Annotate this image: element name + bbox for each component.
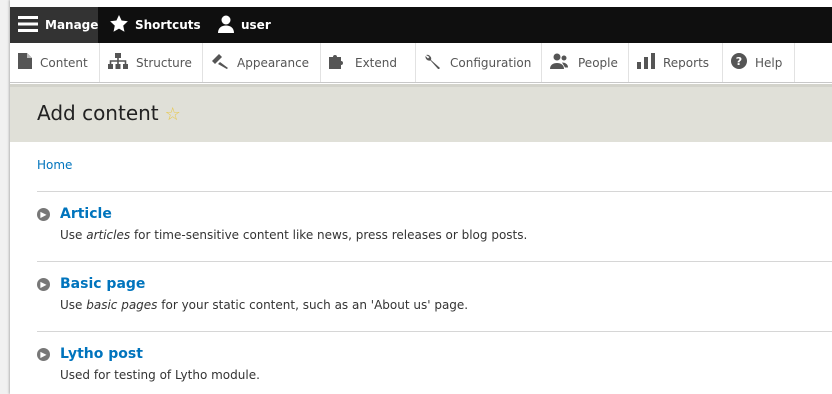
list-item: ▶ Article Use articles for time-sensitiv… [37, 206, 827, 242]
user-label: user [241, 18, 271, 32]
tray-item-people[interactable]: People [542, 43, 629, 82]
tray-item-reports[interactable]: Reports [629, 43, 723, 82]
people-icon [550, 53, 578, 72]
tray-item-label: Configuration [450, 55, 532, 70]
user-tab[interactable]: user [210, 7, 290, 43]
list-item: ▶ Lytho post Used for testing of Lytho m… [37, 346, 827, 382]
puzzle-icon [329, 53, 355, 72]
file-icon [18, 53, 40, 72]
hamburger-icon [18, 15, 38, 35]
paintbrush-icon [211, 53, 237, 72]
page-title-text: Add content [37, 101, 159, 125]
tray-item-appearance[interactable]: Appearance [203, 43, 321, 82]
shortcuts-label: Shortcuts [135, 18, 201, 32]
tray-item-help[interactable]: ? Help [723, 43, 795, 82]
chevron-right-icon: ▶ [37, 278, 50, 291]
manage-tab[interactable]: Manage [10, 7, 98, 43]
divider [37, 331, 832, 332]
tray-item-label: Reports [663, 55, 710, 70]
page-gutter [0, 0, 10, 394]
sitemap-icon [108, 53, 136, 72]
page-header: Add content ☆ [10, 84, 832, 142]
tray-item-label: People [578, 55, 618, 70]
tray-item-label: Structure [136, 55, 192, 70]
tray-item-label: Content [40, 55, 88, 70]
shortcut-star-icon[interactable]: ☆ [165, 104, 181, 125]
svg-text:?: ? [736, 55, 742, 68]
admin-tray: Content Structure Appearance Extend Conf… [10, 43, 832, 83]
content-type-link[interactable]: Basic page [60, 276, 145, 292]
tray-item-configuration[interactable]: Configuration [416, 43, 542, 82]
content-type-description: Used for testing of Lytho module. [60, 368, 260, 382]
tray-item-extend[interactable]: Extend [321, 43, 416, 82]
admin-toolbar: Manage Shortcuts user [10, 7, 832, 43]
tray-item-content[interactable]: Content [10, 43, 100, 82]
content-type-description: Use basic pages for your static content,… [60, 298, 469, 312]
tray-item-label: Extend [355, 55, 397, 70]
shortcuts-tab[interactable]: Shortcuts [102, 7, 204, 43]
breadcrumb-home-link[interactable]: Home [37, 158, 72, 172]
tray-item-label: Help [755, 55, 783, 70]
breadcrumb[interactable]: Home [37, 158, 72, 172]
divider [37, 191, 832, 192]
content-type-description: Use articles for time-sensitive content … [60, 228, 528, 242]
star-icon [110, 15, 128, 35]
list-item: ▶ Basic page Use basic pages for your st… [37, 276, 827, 312]
manage-label: Manage [45, 18, 99, 32]
content-type-link[interactable]: Lytho post [60, 346, 143, 362]
page-title: Add content ☆ [37, 101, 181, 125]
content-type-link[interactable]: Article [60, 206, 112, 222]
user-icon [218, 15, 234, 36]
bar-chart-icon [637, 53, 663, 72]
chevron-right-icon: ▶ [37, 348, 50, 361]
help-icon: ? [731, 53, 755, 72]
admin-page: Manage Shortcuts user Content Structure … [10, 0, 832, 394]
chevron-right-icon: ▶ [37, 208, 50, 221]
tray-item-structure[interactable]: Structure [100, 43, 203, 82]
tray-item-label: Appearance [237, 55, 310, 70]
wrench-icon [424, 53, 450, 72]
divider [37, 261, 832, 262]
